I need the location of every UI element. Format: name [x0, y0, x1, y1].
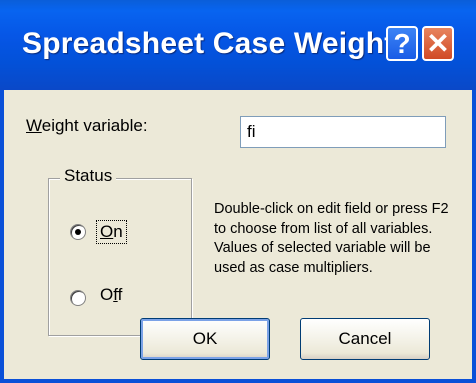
weight-variable-input[interactable]: fi	[240, 116, 446, 148]
close-icon: ✕	[426, 27, 450, 59]
off-label-last: f	[117, 285, 123, 304]
window-title: Spreadsheet Case Weights	[22, 27, 412, 60]
status-group-legend: Status	[60, 166, 117, 186]
weight-label-mnemonic: W	[26, 116, 42, 135]
close-button[interactable]: ✕	[422, 26, 454, 61]
on-mnemonic: O	[100, 222, 114, 241]
status-on-label[interactable]: On	[96, 220, 127, 244]
weight-label-text: eight variable:	[41, 116, 148, 135]
status-off-label[interactable]: Off	[100, 285, 122, 305]
help-button[interactable]: ?	[386, 26, 418, 61]
cancel-button[interactable]: Cancel	[300, 318, 430, 360]
title-bar[interactable]: Spreadsheet Case Weights ? ✕	[0, 0, 476, 90]
status-group-box	[48, 178, 192, 336]
status-on-radio[interactable]	[70, 224, 86, 240]
ok-button[interactable]: OK	[140, 318, 270, 360]
on-label-rest: n	[113, 222, 123, 241]
off-label-first: O	[100, 285, 114, 304]
radio-selected-dot	[75, 229, 81, 235]
weight-variable-label: Weight variable:	[26, 116, 148, 136]
help-icon: ?	[393, 27, 411, 59]
status-off-radio[interactable]	[70, 290, 86, 306]
help-description-text: Double-click on edit field or press F2 t…	[214, 201, 449, 276]
